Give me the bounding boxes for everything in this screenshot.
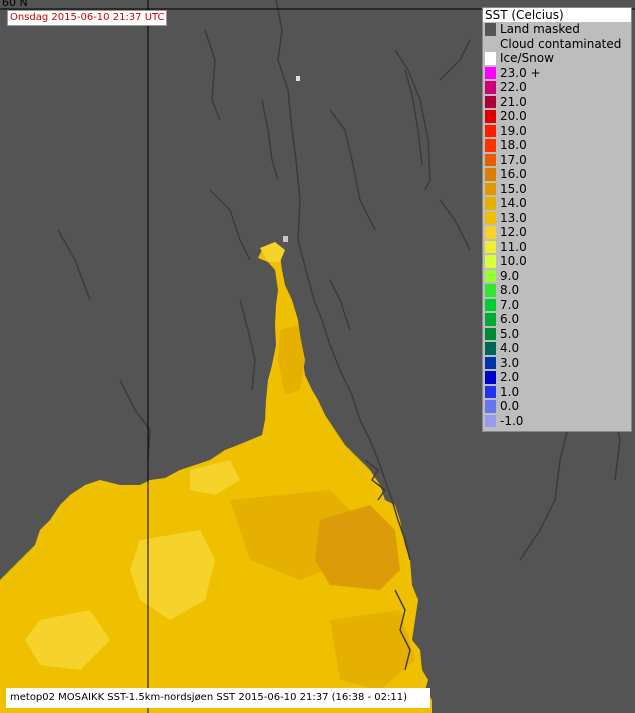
legend-scale-row: 12.0: [483, 225, 631, 240]
legend-scale-row: 1.0: [483, 385, 631, 400]
ice-mark: [296, 76, 300, 81]
legend-label: 21.0: [500, 94, 527, 109]
legend-label: 10.0: [500, 254, 527, 268]
legend-label: 12.0: [500, 225, 527, 239]
legend-swatch: [485, 37, 496, 50]
legend-swatch: [485, 240, 496, 253]
legend-swatch: [485, 197, 496, 210]
legend-label: 19.0: [500, 123, 527, 138]
legend-swatch: [485, 95, 496, 108]
legend-swatch: [485, 110, 496, 123]
timestamp-text: Onsdag 2015-06-10 21:37 UTC: [10, 12, 165, 23]
legend-swatch: [485, 139, 496, 152]
legend-label: 17.0: [500, 152, 527, 167]
legend-swatch: [485, 269, 496, 282]
legend-label: Land masked: [500, 22, 580, 36]
legend-scale-row: 11.0: [483, 240, 631, 255]
legend-scale-row: 9.0: [483, 269, 631, 284]
legend-swatch: [485, 371, 496, 384]
legend-label: 14.0: [500, 196, 527, 210]
legend-swatch: [485, 255, 496, 268]
legend-swatch: [485, 327, 496, 340]
legend-scale-row: 16.0: [483, 167, 631, 182]
legend-scale-row: 2.0: [483, 370, 631, 385]
legend-category-row: Cloud contaminated: [483, 37, 631, 52]
legend-label: 11.0: [500, 239, 527, 254]
legend-scale-row: 6.0: [483, 312, 631, 327]
legend-swatch: [485, 153, 496, 166]
legend-scale-row: 21.0: [483, 95, 631, 110]
legend-label: 20.0: [500, 109, 527, 123]
legend-scale-row: 0.0: [483, 399, 631, 414]
sst-legend: SST (Celcius) Land masked Cloud contamina…: [482, 7, 632, 432]
legend-swatch: [485, 66, 496, 79]
legend-scale-row: 17.0: [483, 153, 631, 168]
legend-swatch: [485, 298, 496, 311]
legend-scale-row: -1.0: [483, 414, 631, 429]
legend-scale-row: 22.0: [483, 80, 631, 95]
legend-swatch: [485, 342, 496, 355]
legend-swatch: [485, 211, 496, 224]
legend-scale-row: 18.0: [483, 138, 631, 153]
legend-label: 15.0: [500, 181, 527, 196]
legend-swatch: [485, 284, 496, 297]
legend-swatch: [485, 168, 496, 181]
legend-scale-row: 19.0: [483, 124, 631, 139]
legend-scale-row: 3.0: [483, 356, 631, 371]
legend-scale-row: 4.0: [483, 341, 631, 356]
legend-label: 8.0: [500, 283, 520, 297]
legend-swatch: [485, 414, 496, 427]
legend-label: 18.0: [500, 138, 527, 152]
legend-label: 1.0: [500, 384, 520, 399]
legend-label: 4.0: [500, 341, 520, 355]
legend-label: 22.0: [500, 80, 527, 94]
legend-swatch: [485, 226, 496, 239]
legend-label: 2.0: [500, 370, 520, 384]
legend-scale-row: 23.0 +: [483, 66, 631, 81]
legend-scale-row: 10.0: [483, 254, 631, 269]
legend-label: -1.0: [500, 413, 524, 428]
legend-label: 3.0: [500, 355, 520, 370]
legend-scale-row: 13.0: [483, 211, 631, 226]
legend-label: 7.0: [500, 297, 520, 312]
legend-swatch: [485, 81, 496, 94]
legend-label: 5.0: [500, 326, 520, 341]
footer-caption: metop02 MOSAIKK SST-1.5km-nordsjøen SST …: [6, 688, 430, 708]
legend-swatch: [485, 356, 496, 369]
legend-scale-row: 8.0: [483, 283, 631, 298]
legend-category-row: Land masked: [483, 22, 631, 37]
legend-label: 13.0: [500, 210, 527, 225]
timestamp-label: Onsdag 2015-06-10 21:37 UTC: [7, 10, 167, 26]
legend-label: 9.0: [500, 268, 520, 283]
legend-label: 0.0: [500, 399, 520, 413]
legend-title: SST (Celcius): [483, 8, 631, 22]
latitude-label: 60 N: [2, 0, 28, 9]
legend-swatch: [485, 313, 496, 326]
legend-scale-row: 15.0: [483, 182, 631, 197]
legend-label: 16.0: [500, 167, 527, 181]
legend-swatch: [485, 182, 496, 195]
legend-swatch: [485, 23, 496, 36]
legend-label: 6.0: [500, 312, 520, 326]
legend-rows: Land masked Cloud contaminated Ice/Snow 23.…: [483, 22, 631, 428]
legend-label: 23.0 +: [500, 65, 541, 80]
legend-swatch: [485, 400, 496, 413]
legend-swatch: [485, 52, 496, 65]
legend-label: Ice/Snow: [500, 51, 554, 65]
legend-swatch: [485, 385, 496, 398]
legend-scale-row: 14.0: [483, 196, 631, 211]
legend-category-row: Ice/Snow: [483, 51, 631, 66]
legend-scale-row: 7.0: [483, 298, 631, 313]
legend-scale-row: 5.0: [483, 327, 631, 342]
ice-mark: [283, 236, 288, 242]
legend-scale-row: 20.0: [483, 109, 631, 124]
legend-swatch: [485, 124, 496, 137]
legend-label: Cloud contaminated: [500, 36, 622, 51]
